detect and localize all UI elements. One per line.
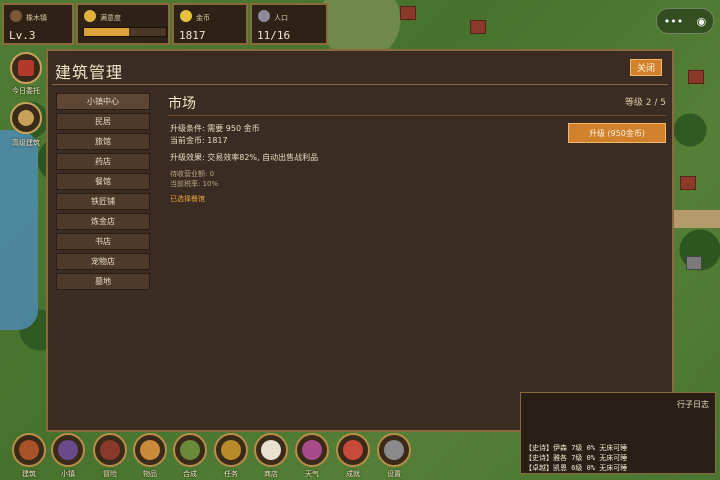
population-icon (258, 10, 270, 22)
more-icon[interactable]: ••• (664, 15, 683, 28)
building-item-pharmacy[interactable]: 药店 (56, 153, 150, 170)
achievement-label: 成就 (346, 470, 360, 478)
current-gold: 当前金币: 1817 (170, 136, 228, 145)
daily-quest-label: 今日委托 (12, 87, 40, 95)
upgrade-effect: 升级效果: 交易效率82%, 自动出售战利品 (170, 153, 319, 162)
house-sprite (470, 20, 486, 34)
building-item-bookstore[interactable]: 书店 (56, 233, 150, 250)
town-panel[interactable]: 橡木镇 Lv.3 (2, 3, 74, 45)
daily-quest-button[interactable] (10, 52, 42, 84)
river (0, 130, 38, 330)
quest-label: 任务 (224, 470, 238, 478)
settings-label: 设置 (387, 470, 401, 478)
smiley-icon (84, 10, 96, 22)
building-management-panel: 建筑管理 关闭 小镇中心 民居 旅馆 药店 餐馆 铁匠铺 炼金店 书店 宠物店 … (46, 49, 674, 432)
gold-label: 金币 (196, 14, 210, 22)
log-row: 【卓越】凯恩 6级 0% 无床可睡 (525, 464, 628, 472)
town-icon (58, 440, 78, 460)
log-row: 【史诗】伊森 7级 0% 无床可睡 (525, 444, 628, 452)
house-sprite (686, 256, 702, 270)
building-item-blacksmith[interactable]: 铁匠铺 (56, 193, 150, 210)
building-item-pet-shop[interactable]: 宠物店 (56, 253, 150, 270)
settings-button[interactable] (377, 433, 411, 467)
satisfaction-bar (83, 27, 167, 37)
building-level: 等级 2 / 5 (624, 98, 666, 108)
town-level: Lv.3 (9, 29, 36, 42)
trophy-icon (343, 440, 363, 460)
build-label: 建筑 (22, 470, 36, 478)
title-divider (52, 84, 668, 85)
adventure-button[interactable] (93, 433, 127, 467)
build-button[interactable] (12, 433, 46, 467)
close-button[interactable]: 关闭 (630, 59, 662, 76)
detail-divider (168, 115, 666, 116)
coin-icon (180, 10, 192, 22)
building-item-cemetery[interactable]: 墓地 (56, 273, 150, 290)
adventure-icon (100, 440, 120, 460)
town-label: 橡木镇 (26, 14, 47, 22)
population-value: 11/16 (257, 29, 291, 42)
shop-icon (261, 440, 281, 460)
upgrade-requirement: 升级条件: 需要 950 金币 (170, 124, 260, 133)
log-title: 行子日志 (677, 400, 709, 409)
quest-button[interactable] (214, 433, 248, 467)
advanced-building-button[interactable] (10, 102, 42, 134)
population-panel[interactable]: 人口 11/16 (250, 3, 328, 45)
quest-icon (221, 440, 241, 460)
mini-program-capsule[interactable]: ••• ◉ (656, 8, 714, 34)
hourglass-icon (18, 110, 34, 126)
satisfaction-panel[interactable]: 满意度 (76, 3, 170, 45)
house-sprite (400, 6, 416, 20)
craft-icon (180, 440, 200, 460)
close-target-icon[interactable]: ◉ (697, 15, 707, 28)
house-sprite (688, 70, 704, 84)
building-item-restaurant[interactable]: 餐馆 (56, 173, 150, 190)
satisfaction-fill (84, 28, 130, 36)
population-label: 人口 (274, 14, 288, 22)
gold-value: 1817 (179, 29, 206, 42)
chest-icon (140, 440, 160, 460)
shop-button[interactable] (254, 433, 288, 467)
upgrade-button[interactable]: 升级 (950金币) (568, 123, 666, 143)
building-item-house[interactable]: 民居 (56, 113, 150, 130)
gold-panel[interactable]: 金币 1817 (172, 3, 248, 45)
satisfaction-label: 满意度 (100, 14, 121, 22)
shop-label: 商店 (264, 470, 278, 478)
selected-note: 已选择餐馆 (170, 195, 205, 203)
craft-button[interactable] (173, 433, 207, 467)
achievement-button[interactable] (336, 433, 370, 467)
pending-income: 待收营业额: 0 (170, 170, 215, 178)
adventure-label: 冒险 (103, 470, 117, 478)
building-item-inn[interactable]: 旅馆 (56, 133, 150, 150)
house-sprite (680, 176, 696, 190)
town-button-label: 小镇 (61, 470, 75, 478)
event-log[interactable]: 行子日志 【史诗】伊森 7级 0% 无床可睡 【史诗】雅各 7级 0% 无床可睡… (520, 392, 716, 474)
items-label: 物品 (143, 470, 157, 478)
town-button[interactable] (51, 433, 85, 467)
building-item-town-center[interactable]: 小镇中心 (56, 93, 150, 110)
panel-title: 建筑管理 (55, 63, 124, 82)
weather-button[interactable] (295, 433, 329, 467)
building-icon (19, 440, 39, 460)
building-item-alchemy[interactable]: 炼金店 (56, 213, 150, 230)
items-button[interactable] (133, 433, 167, 467)
craft-label: 合成 (183, 470, 197, 478)
log-row: 【史诗】雅各 7级 0% 无床可睡 (525, 454, 628, 462)
shrine-icon (18, 60, 34, 76)
advanced-building-label: 高级建筑 (12, 139, 40, 147)
tax-rate: 当前税率: 10% (170, 180, 219, 188)
weather-label: 天气 (305, 470, 319, 478)
building-list: 小镇中心 民居 旅馆 药店 餐馆 铁匠铺 炼金店 书店 宠物店 墓地 (56, 93, 150, 293)
weather-icon (302, 440, 322, 460)
gear-icon (384, 440, 404, 460)
building-name: 市场 (168, 96, 196, 112)
town-icon (10, 10, 22, 22)
